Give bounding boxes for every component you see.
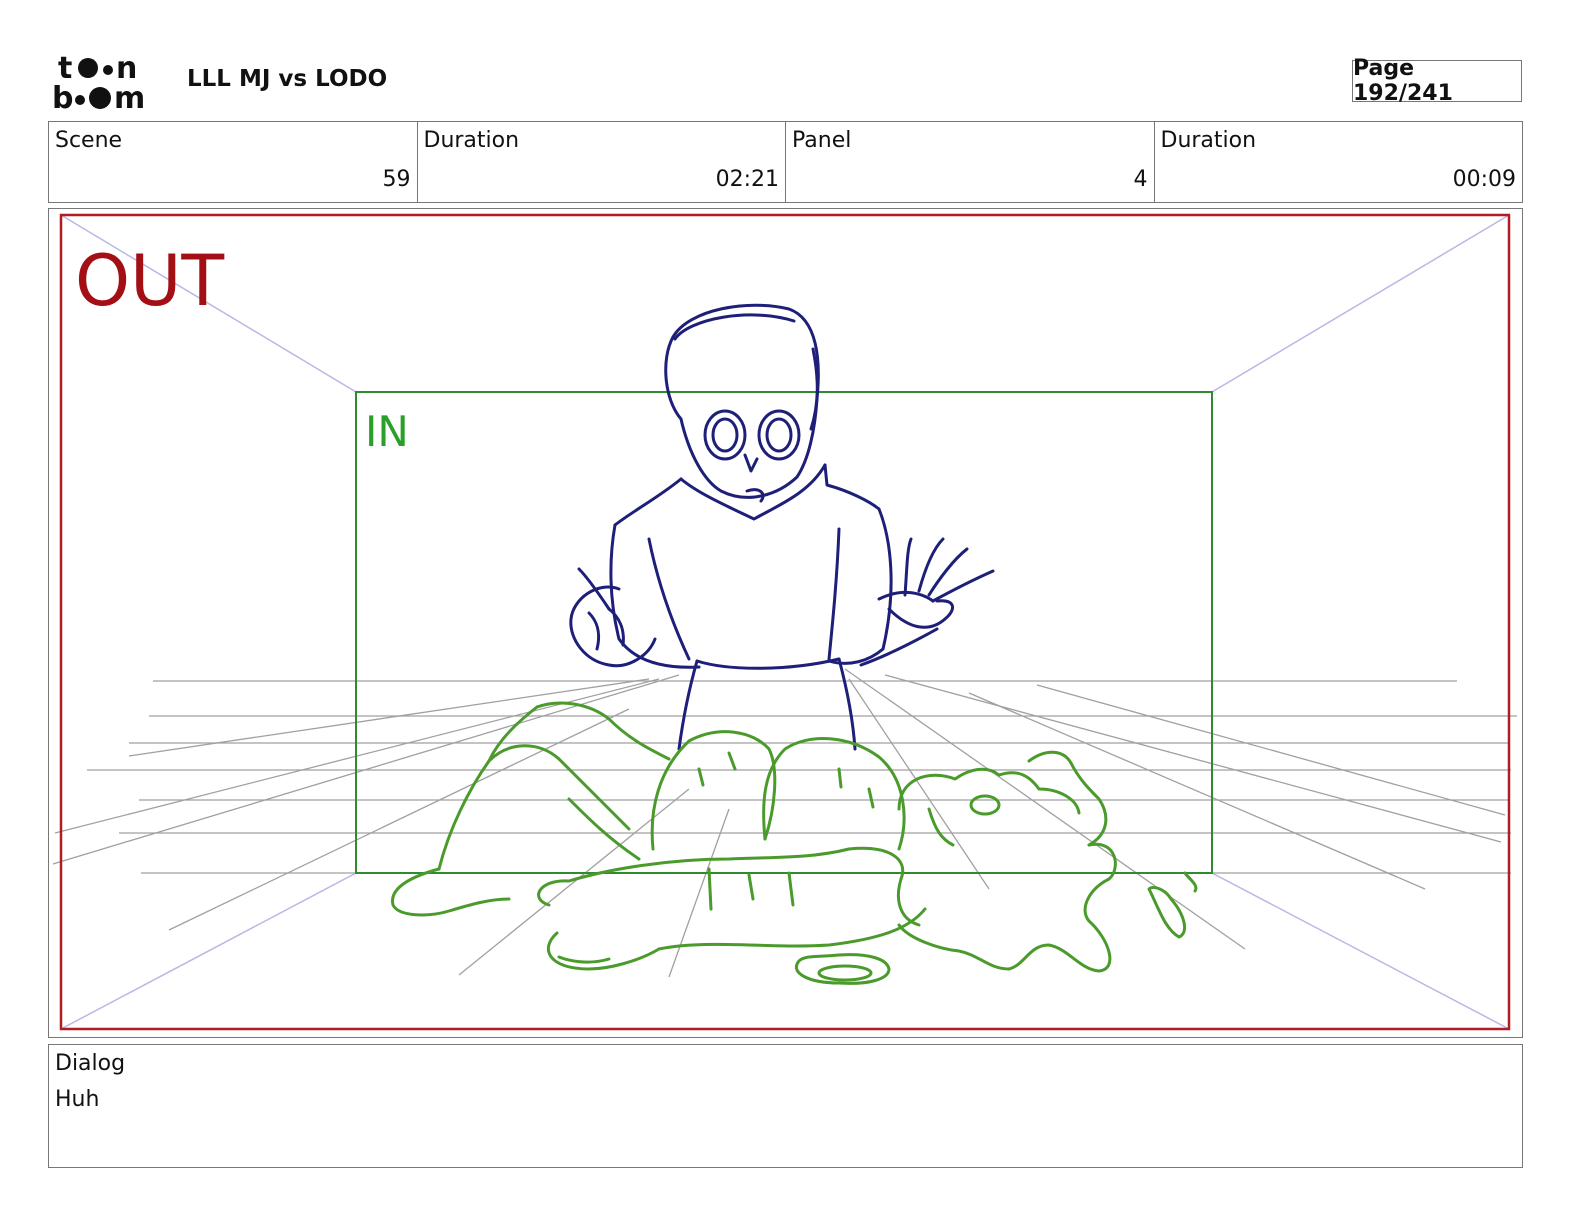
svg-text:b: b — [52, 81, 73, 114]
dialog-text: Huh — [55, 1087, 100, 1112]
storyboard-panel: IN OUT — [48, 208, 1523, 1038]
panel-cell: Panel 4 — [786, 122, 1155, 202]
panel-duration-value: 00:09 — [1452, 167, 1516, 192]
floor-lines — [52, 668, 1517, 978]
toon-boom-logo: t n b m — [50, 50, 166, 116]
scene-info-row: Scene 59 Duration 02:21 Panel 4 Duration… — [48, 121, 1523, 203]
out-frame — [59, 213, 1511, 1031]
scene-label: Scene — [55, 128, 123, 153]
perspective-lines — [60, 214, 1510, 1030]
standing-character-sketch — [569, 303, 995, 751]
lying-character-sketch — [391, 701, 1198, 985]
in-frame — [355, 391, 1213, 874]
scene-duration-cell: Duration 02:21 — [418, 122, 786, 202]
scene-cell: Scene 59 — [49, 122, 418, 202]
scene-value: 59 — [382, 167, 411, 192]
scene-duration-value: 02:21 — [715, 167, 779, 192]
panel-value: 4 — [1133, 167, 1148, 192]
project-title: LLL MJ vs LODO — [187, 66, 388, 92]
panel-duration-cell: Duration 00:09 — [1155, 122, 1523, 202]
dialog-label: Dialog — [55, 1051, 126, 1076]
logo-graphic: t n b m — [52, 51, 145, 116]
scene-duration-label: Duration — [423, 128, 520, 153]
out-label: OUT — [75, 240, 224, 322]
page-indicator: Page 192/241 — [1352, 56, 1522, 106]
in-label: IN — [365, 407, 409, 456]
panel-duration-label: Duration — [1160, 128, 1257, 153]
svg-text:m: m — [114, 81, 145, 114]
panel-drawing: IN OUT — [52, 213, 1517, 1031]
dialog-box: Dialog Huh — [48, 1044, 1523, 1168]
panel-label: Panel — [792, 128, 852, 153]
